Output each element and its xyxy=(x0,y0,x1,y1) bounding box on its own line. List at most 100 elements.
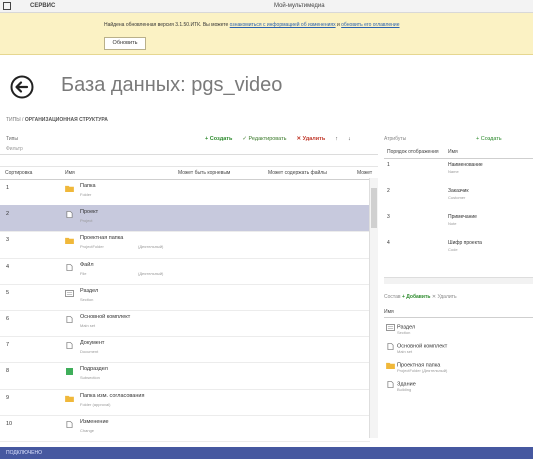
table-row[interactable]: 2 Проект Project xyxy=(0,205,370,233)
attribute-name: Примечание xyxy=(448,214,477,220)
types-section-label: Типы xyxy=(6,136,18,142)
create-type-button[interactable]: + Создать xyxy=(205,136,232,142)
attribute-subtitle: Note xyxy=(448,221,457,226)
attribute-subtitle: Customer xyxy=(448,195,466,200)
composition-label: Состав xyxy=(384,294,401,300)
table-row[interactable]: 10 Изменение Change xyxy=(0,415,370,442)
list-item[interactable]: Здание Building xyxy=(386,381,416,392)
row-name: Файл xyxy=(80,261,94,268)
doc-icon xyxy=(65,420,74,428)
table-row[interactable]: 1 Папка Folder xyxy=(0,179,370,207)
update-banner: Найдена обновленная версия 3.1.50.ИТК. В… xyxy=(0,13,533,55)
row-name: Документ xyxy=(80,340,105,347)
update-button[interactable]: Обновить xyxy=(104,37,146,50)
row-sort: 4 xyxy=(6,263,10,270)
list-item[interactable]: Основной комплект Main set xyxy=(386,343,447,354)
arrow-down-icon[interactable]: ↓ xyxy=(348,136,351,142)
column-attr-name[interactable]: Имя xyxy=(448,149,458,155)
add-child-button[interactable]: + Добавить xyxy=(402,294,431,300)
breadcrumb-current: ОРГАНИЗАЦИОННАЯ СТРУКТУРА xyxy=(24,117,108,123)
update-message-conj: и xyxy=(336,22,340,28)
row-subtitle: Project xyxy=(80,218,93,224)
attribute-subtitle: Name xyxy=(448,169,459,174)
table-row[interactable]: 4 Файл File (Деятельный) xyxy=(0,258,370,285)
filter-input[interactable]: Фильтр xyxy=(6,146,23,152)
column-name[interactable]: Имя xyxy=(65,170,75,176)
list-item[interactable]: Проектная папка ProjectFolder (Деятельный… xyxy=(386,362,447,373)
composition-toolbar: Состав + Добавить ✕ Удалить xyxy=(384,294,457,300)
status-text: ПОДКЛЮЧЕНО xyxy=(6,450,43,456)
remove-child-button[interactable]: ✕ Удалить xyxy=(432,294,457,300)
row-sort: 6 xyxy=(6,316,10,322)
attributes-section-label: Атрибуты xyxy=(384,136,407,142)
update-link[interactable]: обновить его оглавление xyxy=(341,22,399,28)
breadcrumb: ТИПЫ / ОРГАНИЗАЦИОННАЯ СТРУКТУРА xyxy=(6,117,108,123)
page-title: База данных: pgs_video xyxy=(61,74,283,96)
status-bar: ПОДКЛЮЧЕНО xyxy=(0,447,533,459)
row-sort: 2 xyxy=(6,211,10,218)
attribute-row[interactable]: 1 Наименование Name xyxy=(384,160,533,184)
row-sort: 8 xyxy=(6,368,10,375)
changes-link[interactable]: ознакомиться с информацией об изменениях xyxy=(230,22,336,28)
attribute-order: 1 xyxy=(387,162,390,168)
row-subtitle: Subsection xyxy=(80,375,100,381)
row-name: Изменение xyxy=(80,418,109,425)
table-row[interactable]: 7 Документ Document xyxy=(0,336,370,364)
table-row[interactable]: 6 Основной комплект Main set xyxy=(0,310,370,338)
attributes-horizontal-scrollbar[interactable] xyxy=(384,277,533,284)
section-icon xyxy=(386,324,395,331)
table-row[interactable]: 9 Папка изм. согласования Folder (approval… xyxy=(0,389,370,416)
attribute-subtitle: Code xyxy=(448,247,458,252)
attribute-name: Заказчик xyxy=(448,188,469,194)
app-icon[interactable] xyxy=(3,2,11,10)
folder-icon xyxy=(65,237,74,245)
system-menu[interactable] xyxy=(3,2,11,10)
doc-icon xyxy=(65,342,74,350)
column-can[interactable]: Может xyxy=(357,170,372,176)
edit-type-button[interactable]: ✓ Редактировать xyxy=(242,136,286,142)
table-row[interactable]: 8 Подраздел Subsection xyxy=(0,362,370,390)
green-icon xyxy=(65,368,74,376)
row-subtitle: File xyxy=(80,270,87,276)
list-item-subtitle: ProjectFolder (Деятельный) xyxy=(397,368,448,374)
column-sort[interactable]: Сортировка xyxy=(5,170,32,176)
column-can-contain-files[interactable]: Может содержать файлы xyxy=(268,170,327,176)
row-subtitle: ProjectFolder xyxy=(80,244,104,250)
table-row[interactable]: 5 Раздел Section xyxy=(0,284,370,311)
row-name: Основной комплект xyxy=(80,314,131,320)
attribute-row[interactable]: 3 Примечание Note xyxy=(384,212,533,236)
row-subtitle-extra: (Деятельный) xyxy=(138,244,164,250)
attribute-order: 4 xyxy=(387,240,390,246)
breadcrumb-root[interactable]: ТИПЫ xyxy=(6,117,21,123)
create-attribute-button[interactable]: + Создать xyxy=(476,136,502,142)
attribute-name: Наименование xyxy=(448,162,483,168)
list-item-subtitle: Main set xyxy=(397,349,413,355)
table-row[interactable]: 3 Проектная папка ProjectFolder (Деятельный… xyxy=(0,231,370,259)
back-arrow-icon[interactable] xyxy=(10,75,34,99)
types-grid-header: Сортировка Имя Может быть корневым Может… xyxy=(0,166,378,180)
column-display-order[interactable]: Порядок отображения xyxy=(387,149,439,155)
doc-icon xyxy=(386,381,394,388)
arrow-up-icon[interactable]: ↑ xyxy=(335,136,338,142)
children-list-header: Имя xyxy=(384,309,533,318)
window-title: Мой-мультимедиа xyxy=(274,3,325,9)
types-vertical-scrollbar[interactable] xyxy=(369,178,378,438)
menu-service[interactable]: СЕРВИС xyxy=(30,3,55,9)
window-titlebar: СЕРВИС Мой-мультимедиа xyxy=(0,0,533,13)
filter-underline xyxy=(0,154,378,155)
delete-type-button[interactable]: ✕ Удалить xyxy=(297,136,326,142)
scroll-thumb[interactable] xyxy=(371,188,377,228)
row-name: Папка изм. согласования xyxy=(80,392,145,399)
row-sort: 1 xyxy=(6,185,10,191)
row-sort: 7 xyxy=(6,342,10,349)
row-name: Папка xyxy=(80,183,96,189)
column-can-be-root[interactable]: Может быть корневым xyxy=(178,170,230,176)
attributes-grid-header: Порядок отображения Имя xyxy=(384,147,533,159)
row-name: Проектная папка xyxy=(80,235,124,242)
attribute-row[interactable]: 2 Заказчик Customer xyxy=(384,186,533,210)
row-subtitle-extra: (Деятельный) xyxy=(138,270,164,276)
row-sort: 5 xyxy=(6,289,10,296)
list-item[interactable]: Раздел Section xyxy=(386,324,415,335)
attribute-row[interactable]: 4 Шифр проекта Code xyxy=(384,238,533,262)
update-message-text: Найдена обновленная версия 3.1.50.ИТК. В… xyxy=(104,22,229,28)
